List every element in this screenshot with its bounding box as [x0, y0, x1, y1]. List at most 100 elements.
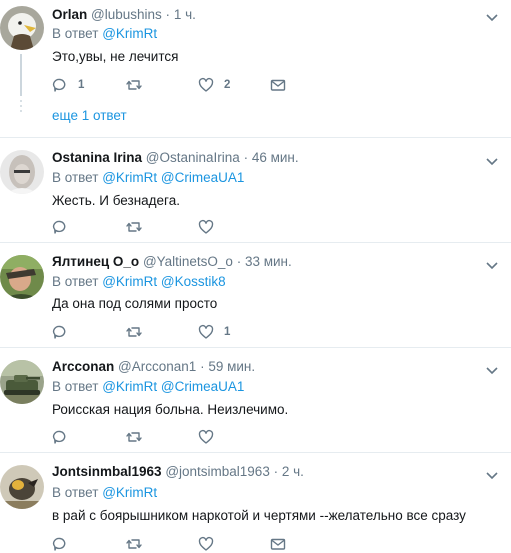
tweet[interactable]: Orlan @lubushins · 1 ч. В ответ @KrimRt …	[0, 0, 511, 134]
avatar-eagle	[0, 6, 44, 50]
reply-button[interactable]: 1	[52, 76, 84, 94]
heart-icon	[198, 429, 214, 444]
separator: ·	[165, 7, 171, 22]
tweet-actions: 1	[52, 323, 292, 341]
tweet-actions	[52, 218, 292, 236]
chevron-down-icon[interactable]	[485, 363, 499, 375]
chevron-down-icon[interactable]	[485, 154, 499, 166]
mention-link[interactable]: @KrimRt	[102, 274, 157, 289]
timestamp[interactable]: 46 мин.	[252, 150, 299, 165]
reply-context: В ответ @KrimRt @Kosstik8	[52, 273, 226, 291]
user-handle[interactable]: @lubushins	[91, 7, 162, 22]
tweet-text: в рай с боярышником наркотой и чертями -…	[52, 508, 466, 523]
user-handle[interactable]: @YaltinetsO_o	[143, 254, 233, 269]
display-name[interactable]: Ostanina Irina	[52, 150, 142, 165]
heart-icon	[198, 77, 214, 92]
like-button[interactable]	[198, 428, 224, 446]
message-button[interactable]	[270, 76, 286, 94]
separator: ·	[236, 254, 242, 269]
separator: ·	[243, 150, 249, 165]
like-button[interactable]: 1	[198, 323, 230, 341]
heart-icon	[198, 536, 214, 551]
retweet-button[interactable]	[126, 76, 152, 94]
show-more-replies-link[interactable]: еще 1 ответ	[52, 108, 127, 123]
display-name[interactable]: Ялтинец О_о	[52, 254, 139, 269]
mention-link[interactable]: @KrimRt	[102, 26, 157, 41]
mention-link[interactable]: @KrimRt	[102, 379, 157, 394]
display-name[interactable]: Orlan	[52, 7, 87, 22]
reply-button[interactable]	[52, 535, 78, 553]
reply-context: В ответ @KrimRt	[52, 484, 157, 502]
reply-button[interactable]	[52, 218, 78, 236]
avatar-woman	[0, 150, 44, 194]
reply-context: В ответ @KrimRt @CrimeaUA1	[52, 169, 244, 187]
retweet-button[interactable]	[126, 218, 152, 236]
message-button[interactable]	[270, 535, 286, 553]
avatar[interactable]	[0, 6, 44, 50]
reply-label: В ответ	[52, 379, 99, 394]
reply-label: В ответ	[52, 170, 99, 185]
like-count: 1	[224, 326, 231, 338]
tweet-text: Жесть. И безнадега.	[52, 193, 180, 208]
retweet-icon	[126, 539, 142, 549]
tweet[interactable]: Jontsinmbal1963 @jontsimbal1963 · 2 ч. В…	[0, 453, 511, 551]
tweet[interactable]: Arcconan @Arcconan1 · 59 мин. В ответ @K…	[0, 348, 511, 452]
reply-button[interactable]	[52, 323, 78, 341]
user-handle[interactable]: @OstaninaIrina	[146, 150, 240, 165]
like-button[interactable]: 2	[198, 76, 230, 94]
timestamp[interactable]: 1 ч.	[174, 7, 196, 22]
mention-link[interactable]: @CrimeaUA1	[161, 379, 244, 394]
reply-icon	[52, 78, 66, 92]
like-count: 2	[224, 79, 231, 91]
mention-link[interactable]: @KrimRt	[102, 485, 157, 500]
user-handle[interactable]: @jontsimbal1963	[165, 464, 270, 479]
thread-dots	[20, 100, 22, 112]
retweet-icon	[126, 222, 142, 232]
tweet[interactable]: Ялтинец О_о @YaltinetsO_o · 33 мин. В от…	[0, 243, 511, 347]
retweet-icon	[126, 432, 142, 442]
reply-icon	[52, 220, 66, 234]
like-button[interactable]	[198, 218, 224, 236]
display-name[interactable]: Arcconan	[52, 359, 114, 374]
avatar[interactable]	[0, 255, 44, 299]
display-name[interactable]: Jontsinmbal1963	[52, 464, 162, 479]
mention-link[interactable]: @Kosstik8	[161, 274, 226, 289]
chevron-down-icon[interactable]	[485, 10, 499, 22]
retweet-icon	[126, 80, 142, 90]
mention-link[interactable]: @KrimRt	[102, 170, 157, 185]
timestamp[interactable]: 2 ч.	[282, 464, 304, 479]
tweet[interactable]: Ostanina Irina @OstaninaIrina · 46 мин. …	[0, 138, 511, 242]
chevron-down-icon[interactable]	[485, 468, 499, 480]
mail-icon	[270, 79, 286, 91]
timestamp[interactable]: 59 мин.	[208, 359, 255, 374]
tweet-text: Это,увы, не лечится	[52, 49, 179, 64]
avatar[interactable]	[0, 150, 44, 194]
separator: ·	[200, 359, 205, 374]
retweet-button[interactable]	[126, 535, 152, 553]
reply-button[interactable]	[52, 428, 78, 446]
avatar-tank	[0, 360, 44, 404]
separator: ·	[273, 464, 279, 479]
retweet-button[interactable]	[126, 428, 152, 446]
thread-line	[20, 54, 22, 96]
tweet-actions	[52, 428, 292, 446]
timestamp[interactable]: 33 мин.	[245, 254, 292, 269]
reply-count: 1	[78, 79, 85, 91]
reply-label: В ответ	[52, 485, 99, 500]
user-handle[interactable]: @Arcconan1	[118, 359, 196, 374]
reply-icon	[52, 537, 66, 551]
mention-link[interactable]: @CrimeaUA1	[161, 170, 244, 185]
avatar[interactable]	[0, 465, 44, 509]
mail-icon	[270, 538, 286, 550]
chevron-down-icon[interactable]	[485, 258, 499, 270]
tweet-text: Роисская нация больна. Неизлечимо.	[52, 402, 289, 417]
retweet-button[interactable]	[126, 323, 152, 341]
retweet-icon	[126, 327, 142, 337]
like-button[interactable]	[198, 535, 224, 553]
avatar-bird	[0, 465, 44, 509]
reply-context: В ответ @KrimRt	[52, 25, 157, 43]
tweet-actions: 1 2	[52, 76, 292, 94]
reply-context: В ответ @KrimRt @CrimeaUA1	[52, 378, 244, 396]
reply-label: В ответ	[52, 274, 99, 289]
avatar[interactable]	[0, 360, 44, 404]
